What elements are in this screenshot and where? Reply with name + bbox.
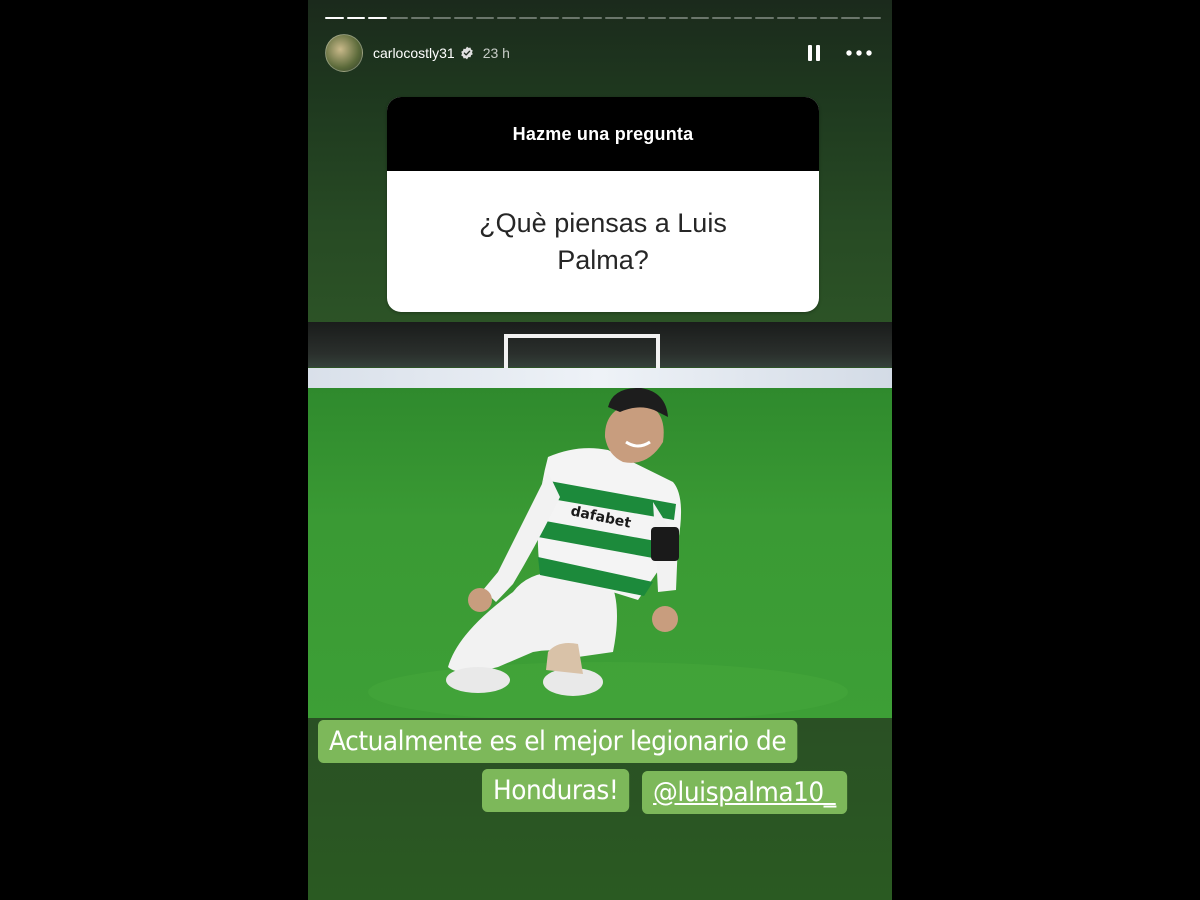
progress-segment xyxy=(475,17,494,19)
story-header: carlocostly31 23 h xyxy=(325,34,875,72)
question-text: ¿Què piensas a Luis Palma? xyxy=(479,207,727,275)
mention-sticker[interactable]: @luispalma10_ xyxy=(642,771,847,814)
pause-button[interactable] xyxy=(803,42,825,64)
progress-segment xyxy=(798,17,817,19)
progress-segment xyxy=(389,17,408,19)
username-link[interactable]: carlocostly31 xyxy=(373,45,455,61)
progress-segment xyxy=(604,17,623,19)
mention-text[interactable]: @luispalma10_ xyxy=(653,777,836,808)
progress-segment xyxy=(712,17,731,19)
progress-segment xyxy=(325,17,344,19)
progress-segment xyxy=(669,17,688,19)
progress-segment xyxy=(819,17,838,19)
progress-segment xyxy=(733,17,752,19)
progress-segment xyxy=(518,17,537,19)
player-figure: dafabet xyxy=(368,387,848,718)
progress-segment xyxy=(626,17,645,19)
story-photo: dafabet xyxy=(308,322,892,718)
progress-segment xyxy=(561,17,580,19)
profile-avatar[interactable] xyxy=(325,34,363,72)
verified-badge-icon xyxy=(460,46,473,60)
progress-segment xyxy=(497,17,516,19)
question-sticker-header: Hazme una pregunta xyxy=(387,97,819,171)
question-sticker[interactable]: Hazme una pregunta ¿Què piensas a Luis P… xyxy=(387,97,819,312)
progress-segment xyxy=(776,17,795,19)
story-progress-bar xyxy=(325,17,881,19)
progress-segment xyxy=(583,17,602,19)
more-options-icon xyxy=(846,50,872,56)
pause-icon xyxy=(808,45,820,61)
post-time: 23 h xyxy=(482,45,510,61)
progress-segment xyxy=(841,17,860,19)
progress-segment xyxy=(647,17,666,19)
progress-segment xyxy=(690,17,709,19)
progress-segment xyxy=(862,17,881,19)
progress-segment xyxy=(432,17,451,19)
progress-segment xyxy=(755,17,774,19)
progress-segment xyxy=(454,17,473,19)
progress-segment xyxy=(540,17,559,19)
progress-segment xyxy=(368,17,387,19)
caption-line-2: Honduras! xyxy=(482,769,630,812)
more-options-button[interactable] xyxy=(843,42,875,64)
story-viewer[interactable]: carlocostly31 23 h Hazme una pregunta ¿Q… xyxy=(308,0,892,900)
progress-segment xyxy=(346,17,365,19)
caption-line-1: Actualmente es el mejor legionario de xyxy=(318,720,798,763)
progress-segment xyxy=(411,17,430,19)
